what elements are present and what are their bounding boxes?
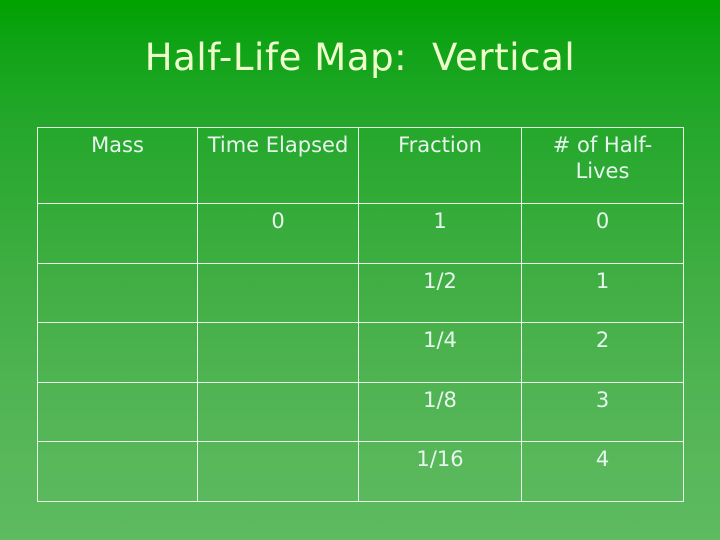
cell-time[interactable]: 0 xyxy=(197,203,359,264)
cell-mass[interactable] xyxy=(37,262,198,324)
cell-time[interactable] xyxy=(197,381,359,443)
slide-canvas: Half-Life Map: Vertical Mass Time Elapse… xyxy=(0,0,720,540)
cell-fraction[interactable]: 1 xyxy=(358,203,522,264)
cell-mass[interactable] xyxy=(37,322,198,383)
cell-time[interactable] xyxy=(197,262,359,324)
cell-fraction[interactable]: 1/2 xyxy=(358,262,522,324)
table-row: 1/2 1 xyxy=(37,262,684,324)
table-row: 1/16 4 xyxy=(37,441,684,502)
table-row: 1/4 2 xyxy=(37,322,684,383)
page-title: Half-Life Map: Vertical xyxy=(144,36,576,79)
column-header-fraction: Fraction xyxy=(358,127,522,204)
cell-halflives[interactable]: 2 xyxy=(521,322,684,383)
column-header-halflives: # of Half- Lives xyxy=(521,127,684,204)
column-header-mass: Mass xyxy=(37,127,198,204)
table-header-row: Mass Time Elapsed Fraction # of Half- Li… xyxy=(37,127,684,204)
table-row: 1/8 3 xyxy=(37,381,684,443)
cell-halflives[interactable]: 1 xyxy=(521,262,684,324)
cell-fraction[interactable]: 1/8 xyxy=(358,381,522,443)
cell-fraction[interactable]: 1/4 xyxy=(358,322,522,383)
cell-mass[interactable] xyxy=(37,381,198,443)
table-row: 0 1 0 xyxy=(37,203,684,264)
cell-mass[interactable] xyxy=(37,441,198,502)
cell-time[interactable] xyxy=(197,322,359,383)
cell-mass[interactable] xyxy=(37,203,198,264)
cell-fraction[interactable]: 1/16 xyxy=(358,441,522,502)
cell-halflives[interactable]: 3 xyxy=(521,381,684,443)
half-life-table: Mass Time Elapsed Fraction # of Half- Li… xyxy=(37,127,684,502)
cell-halflives[interactable]: 0 xyxy=(521,203,684,264)
column-header-time: Time Elapsed xyxy=(197,127,359,204)
cell-halflives[interactable]: 4 xyxy=(521,441,684,502)
cell-time[interactable] xyxy=(197,441,359,502)
